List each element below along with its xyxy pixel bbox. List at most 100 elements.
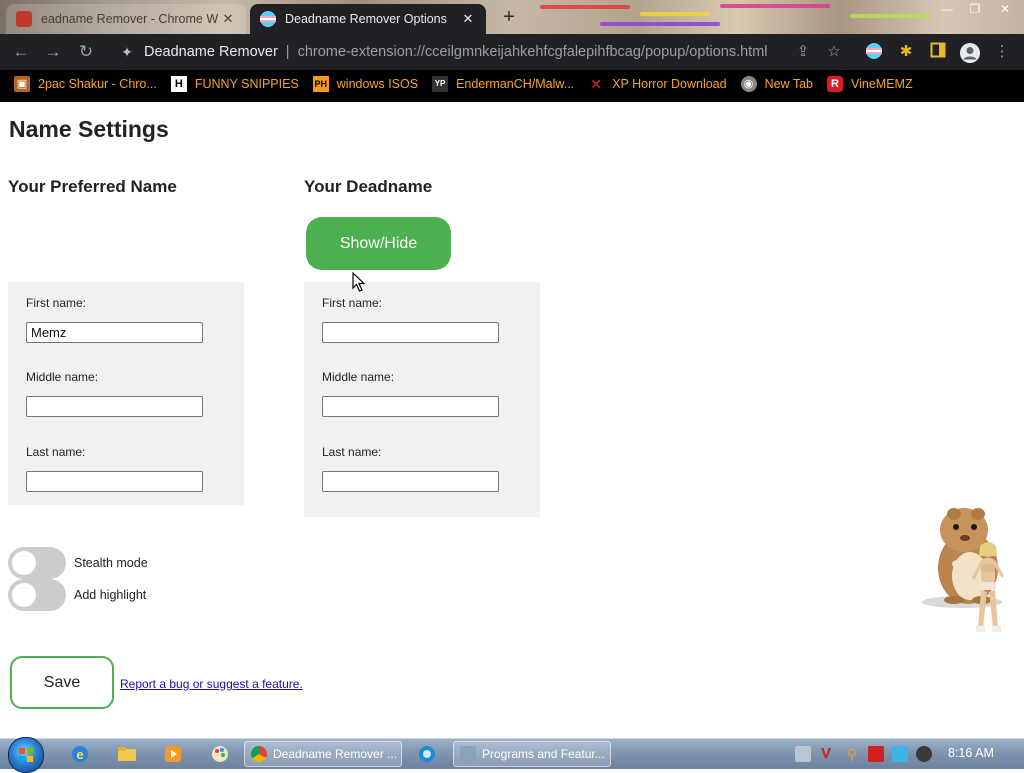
add-highlight-toggle[interactable] bbox=[8, 579, 66, 611]
add-highlight-label: Add highlight bbox=[74, 588, 147, 602]
bookmark-item[interactable]: YP EndermanCH/Malw... bbox=[432, 76, 574, 92]
file-explorer-icon[interactable] bbox=[115, 742, 139, 766]
tray-volume-icon[interactable] bbox=[916, 746, 932, 762]
close-icon[interactable]: ✕ bbox=[220, 11, 236, 27]
bookmark-item[interactable]: ◉ New Tab bbox=[740, 76, 813, 92]
globe-icon: ◉ bbox=[740, 76, 757, 92]
deadname-box: First name: Middle name: Last name: bbox=[304, 282, 540, 517]
windows-logo-icon bbox=[19, 748, 33, 762]
add-highlight-row: Add highlight bbox=[8, 579, 146, 611]
control-panel-icon bbox=[460, 746, 476, 762]
media-player-icon[interactable] bbox=[161, 742, 185, 766]
edge-icon[interactable] bbox=[415, 742, 439, 766]
tray-flag-icon[interactable] bbox=[868, 746, 884, 762]
printer-icon: ▣ bbox=[14, 76, 30, 92]
tab-title: eadname Remover - Chrome W bbox=[41, 12, 219, 26]
page-title: Name Settings bbox=[9, 116, 169, 142]
bookmark-item[interactable]: H FUNNY SNIPPIES bbox=[170, 76, 299, 92]
minimize-icon[interactable]: — bbox=[934, 0, 960, 18]
preferred-name-box: First name: Middle name: Last name: bbox=[8, 282, 244, 505]
back-icon[interactable]: ← bbox=[10, 41, 32, 63]
extensions-icon[interactable]: ✱ bbox=[896, 42, 916, 62]
bookmark-label: VineMEMZ bbox=[851, 77, 913, 91]
trans-flag-icon bbox=[260, 11, 276, 27]
profile-avatar-icon[interactable] bbox=[959, 42, 980, 63]
wallpaper-streak bbox=[850, 14, 930, 18]
bookmark-item[interactable]: ✕ XP Horror Download bbox=[588, 76, 726, 92]
new-tab-button[interactable]: + bbox=[498, 6, 520, 28]
trans-flag-extension-icon[interactable] bbox=[864, 42, 884, 62]
site-label: Deadname Remover bbox=[144, 44, 278, 60]
deadname-middle-name-input[interactable] bbox=[322, 396, 499, 417]
bookmark-item[interactable]: PH windows ISOS bbox=[312, 76, 419, 92]
tray-app-icon[interactable] bbox=[795, 746, 811, 762]
deadname-last-name-input[interactable] bbox=[322, 471, 499, 492]
wallpaper-streak bbox=[600, 22, 720, 26]
wallpaper-streak bbox=[540, 5, 630, 9]
preferred-first-name-input[interactable] bbox=[26, 322, 203, 343]
taskbar-item-label: Deadname Remover ... bbox=[273, 747, 398, 761]
tab-title: Deadname Remover Options bbox=[285, 12, 447, 26]
maximize-icon[interactable]: ❐ bbox=[962, 0, 988, 18]
ph-icon: PH bbox=[312, 76, 329, 92]
preferred-last-name-input[interactable] bbox=[26, 471, 203, 492]
report-bug-link[interactable]: Report a bug or suggest a feature. bbox=[120, 677, 303, 691]
save-button[interactable]: Save bbox=[10, 656, 114, 709]
bookmarks-bar: ▣ 2pac Shakur - Chro... H FUNNY SNIPPIES… bbox=[0, 70, 1024, 98]
options-page: Name Settings Your Preferred Name Your D… bbox=[0, 102, 1024, 738]
sidepanel-icon[interactable] bbox=[928, 42, 948, 62]
dancer-image bbox=[966, 540, 1010, 645]
show-hide-button[interactable]: Show/Hide bbox=[306, 217, 451, 270]
paint-icon[interactable] bbox=[208, 742, 232, 766]
close-window-icon[interactable]: ✕ bbox=[992, 0, 1018, 18]
tray-search-icon[interactable]: ⚲ bbox=[844, 746, 860, 762]
stealth-mode-toggle[interactable] bbox=[8, 547, 66, 579]
star-icon[interactable]: ☆ bbox=[824, 42, 844, 62]
bookmark-label: 2pac Shakur - Chro... bbox=[38, 77, 157, 91]
tab-strip: eadname Remover - Chrome W ✕ Deadname Re… bbox=[0, 0, 1024, 34]
toggle-knob bbox=[12, 551, 36, 575]
close-icon[interactable]: ✕ bbox=[460, 11, 476, 27]
bookmark-item[interactable]: R VineMEMZ bbox=[827, 76, 913, 92]
share-icon[interactable]: ⇪ bbox=[793, 42, 813, 62]
svg-text:e: e bbox=[76, 747, 83, 762]
mouse-cursor-icon bbox=[352, 271, 366, 297]
address-bar[interactable]: ✦ Deadname Remover | chrome-extension://… bbox=[110, 38, 856, 66]
menu-icon[interactable]: ⋮ bbox=[992, 42, 1012, 62]
deadname-heading: Your Deadname bbox=[304, 177, 433, 196]
first-name-label: First name: bbox=[322, 296, 383, 310]
last-name-label: Last name: bbox=[26, 445, 86, 459]
bookmark-label: windows ISOS bbox=[336, 77, 419, 91]
toggle-knob bbox=[12, 583, 36, 607]
taskbar-chrome-window[interactable]: Deadname Remover ... bbox=[244, 741, 402, 767]
bookmark-item[interactable]: ▣ 2pac Shakur - Chro... bbox=[14, 76, 157, 92]
tab-active[interactable]: Deadname Remover Options ✕ bbox=[250, 4, 486, 34]
browser-toolbar: ← → ↻ ✦ Deadname Remover | chrome-extens… bbox=[0, 34, 1024, 70]
printer-icon bbox=[16, 11, 32, 27]
tray-display-icon[interactable] bbox=[892, 746, 908, 762]
taskbar-programs-window[interactable]: Programs and Featur... bbox=[453, 741, 611, 767]
internet-explorer-icon[interactable]: e bbox=[68, 742, 92, 766]
r-icon: R bbox=[827, 76, 843, 92]
wallpaper-streak bbox=[720, 4, 830, 8]
bookmark-label: EndermanCH/Malw... bbox=[456, 77, 575, 91]
tray-v-icon[interactable]: V bbox=[818, 746, 834, 762]
reload-icon[interactable]: ↻ bbox=[75, 41, 97, 63]
preferred-name-heading: Your Preferred Name bbox=[8, 177, 177, 196]
first-name-label: First name: bbox=[26, 296, 87, 310]
bookmark-label: New Tab bbox=[764, 77, 813, 91]
deadname-first-name-input[interactable] bbox=[322, 322, 499, 343]
preferred-middle-name-input[interactable] bbox=[26, 396, 203, 417]
taskbar-item-label: Programs and Featur... bbox=[482, 747, 605, 761]
forward-icon[interactable]: → bbox=[42, 41, 64, 63]
chrome-icon bbox=[251, 746, 267, 762]
tab-inactive[interactable]: eadname Remover - Chrome W ✕ bbox=[6, 4, 246, 34]
url-text: chrome-extension://cceilgmnkeijahkehfcgf… bbox=[297, 44, 768, 60]
bookmark-label: XP Horror Download bbox=[612, 77, 727, 91]
bookmark-label: FUNNY SNIPPIES bbox=[194, 77, 299, 91]
taskbar-clock[interactable]: 8:16 AM bbox=[948, 746, 994, 760]
omnibox-separator: | bbox=[285, 44, 290, 60]
h-icon: H bbox=[170, 76, 187, 92]
stealth-mode-row: Stealth mode bbox=[8, 547, 148, 579]
yp-icon: YP bbox=[432, 76, 449, 92]
